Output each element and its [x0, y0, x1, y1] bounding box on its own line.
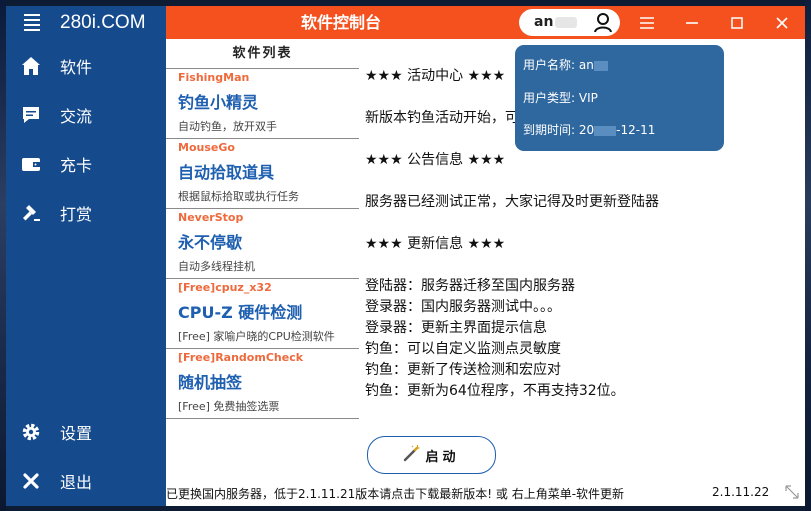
launch-button-label: 启动 — [425, 449, 460, 465]
sidebar-item-label: 打赏 — [60, 205, 93, 224]
wallet-icon — [20, 153, 42, 175]
update-item: 登陆器：服务器迁移至国内服务器 — [365, 278, 575, 294]
launch-button[interactable]: 启动 — [367, 436, 496, 474]
software-tag: NeverStop — [178, 211, 244, 224]
close-icon — [20, 470, 42, 492]
user-type-row: 用户类型: VIP — [523, 89, 598, 106]
menu-icon[interactable] — [627, 6, 667, 39]
software-description: [Free] 免费抽签选票 — [178, 400, 280, 413]
chat-icon — [20, 104, 42, 126]
software-tag: [Free]cpuz_x32 — [178, 281, 272, 294]
software-name: CPU-Z 硬件检测 — [178, 303, 303, 322]
software-tag: MouseGo — [178, 141, 235, 154]
resize-grip-icon[interactable] — [784, 484, 800, 504]
update-heading: ★★★ 更新信息 ★★★ — [365, 236, 506, 252]
software-list-panel: 软件列表 FishingMan 钓鱼小精灵 自动钓鱼，放开双手 MouseGo … — [166, 39, 359, 506]
app-title: 软件控制台 — [300, 13, 381, 32]
expiry-row: 到期时间: 20 -12-11 — [523, 121, 655, 138]
sidebar-item-exit[interactable]: 退出 — [6, 461, 166, 501]
close-window-icon[interactable] — [762, 6, 802, 39]
update-item: 登录器：更新主界面提示信息 — [365, 320, 547, 336]
redacted-expiry — [594, 125, 617, 136]
sidebar-header: 280i.COM — [6, 6, 166, 39]
software-description: 自动钓鱼，放开双手 — [178, 120, 277, 133]
hammer-icon — [20, 202, 42, 224]
user-name-label: 用户名称: — [523, 58, 576, 72]
sidebar-item-label: 退出 — [60, 473, 93, 492]
software-item-randomcheck[interactable]: [Free]RandomCheck 随机抽签 [Free] 免费抽签选票 — [166, 349, 359, 419]
user-info-popup: 用户名称: an 用户类型: VIP 到期时间: 20 -12-11 — [515, 45, 724, 151]
update-item: 钓鱼：可以自定义监测点灵敏度 — [365, 341, 561, 357]
user-name-row: 用户名称: an — [523, 56, 608, 73]
software-name: 随机抽签 — [178, 373, 243, 392]
sidebar-item-label: 软件 — [60, 58, 93, 77]
magic-wand-icon — [403, 444, 421, 466]
user-icon — [593, 12, 613, 37]
update-item: 钓鱼：更新为64位程序，不再支持32位。 — [365, 383, 625, 399]
brand-logo-text: 280i.COM — [60, 11, 146, 33]
sidebar-item-label: 设置 — [60, 424, 93, 443]
gear-icon — [20, 421, 42, 443]
software-item-fishingman[interactable]: FishingMan 钓鱼小精灵 自动钓鱼，放开双手 — [166, 69, 359, 139]
sidebar-item-software[interactable]: 软件 — [6, 46, 166, 86]
notice-text: 服务器已经测试正常，大家记得及时更新登陆器 — [365, 194, 659, 210]
user-name-value: an — [578, 58, 594, 72]
software-item-cpuz[interactable]: [Free]cpuz_x32 CPU-Z 硬件检测 [Free] 家喻户晓的CP… — [166, 279, 359, 349]
redacted-username — [555, 17, 577, 28]
user-type-value: VIP — [578, 91, 598, 105]
update-item: 钓鱼：更新了传送检测和宏应对 — [365, 362, 561, 378]
notice-heading: ★★★ 公告信息 ★★★ — [365, 152, 506, 168]
expiry-value-prefix: 20 — [578, 123, 595, 137]
software-item-neverstop[interactable]: NeverStop 永不停歇 自动多线程挂机 — [166, 209, 359, 279]
user-type-label: 用户类型: — [523, 91, 576, 105]
software-name: 自动拾取道具 — [178, 163, 275, 182]
sidebar-item-label: 交流 — [60, 107, 93, 126]
user-account-button[interactable]: an — [519, 9, 620, 36]
software-tag: [Free]RandomCheck — [178, 351, 304, 364]
expiry-label: 到期时间: — [523, 123, 576, 137]
desktop-background-right — [805, 0, 811, 511]
sidebar: 280i.COM 软件 交流 充卡 打赏 设置 退出 — [6, 6, 166, 506]
status-message[interactable]: 已更换国内服务器，低于2.1.11.21版本请点击下载最新版本! 或 右上角菜单… — [166, 485, 624, 502]
software-description: 自动多线程挂机 — [178, 260, 255, 273]
activity-heading: ★★★ 活动中心 ★★★ — [365, 68, 506, 84]
maximize-icon[interactable] — [717, 6, 757, 39]
home-icon — [20, 55, 42, 77]
minimize-icon[interactable] — [672, 6, 712, 39]
software-list-header: 软件列表 — [166, 39, 359, 69]
expiry-value-suffix: -12-11 — [616, 123, 656, 137]
software-name: 钓鱼小精灵 — [178, 93, 259, 112]
software-tag: FishingMan — [178, 71, 250, 84]
version-label: 2.1.11.22 — [712, 485, 770, 499]
sidebar-item-chat[interactable]: 交流 — [6, 95, 166, 135]
sidebar-item-label: 充卡 — [60, 156, 93, 175]
redacted-username — [593, 60, 608, 71]
username-label: an — [534, 14, 554, 30]
title-bar: 软件控制台 an — [166, 6, 805, 39]
app-window: 280i.COM 软件 交流 充卡 打赏 设置 退出 软件控制台 an 软件列表… — [6, 6, 805, 506]
update-item: 登录器：国内服务器测试中。。。 — [365, 299, 561, 315]
hamburger-menu-icon[interactable] — [24, 14, 40, 31]
software-name: 永不停歇 — [178, 233, 243, 252]
sidebar-item-tip[interactable]: 打赏 — [6, 193, 166, 233]
software-description: [Free] 家喻户晓的CPU检测软件 — [178, 330, 335, 343]
software-item-mousego[interactable]: MouseGo 自动拾取道具 根据鼠标拾取或执行任务 — [166, 139, 359, 209]
sidebar-item-recharge[interactable]: 充卡 — [6, 144, 166, 184]
sidebar-item-settings[interactable]: 设置 — [6, 412, 166, 452]
software-description: 根据鼠标拾取或执行任务 — [178, 190, 299, 203]
